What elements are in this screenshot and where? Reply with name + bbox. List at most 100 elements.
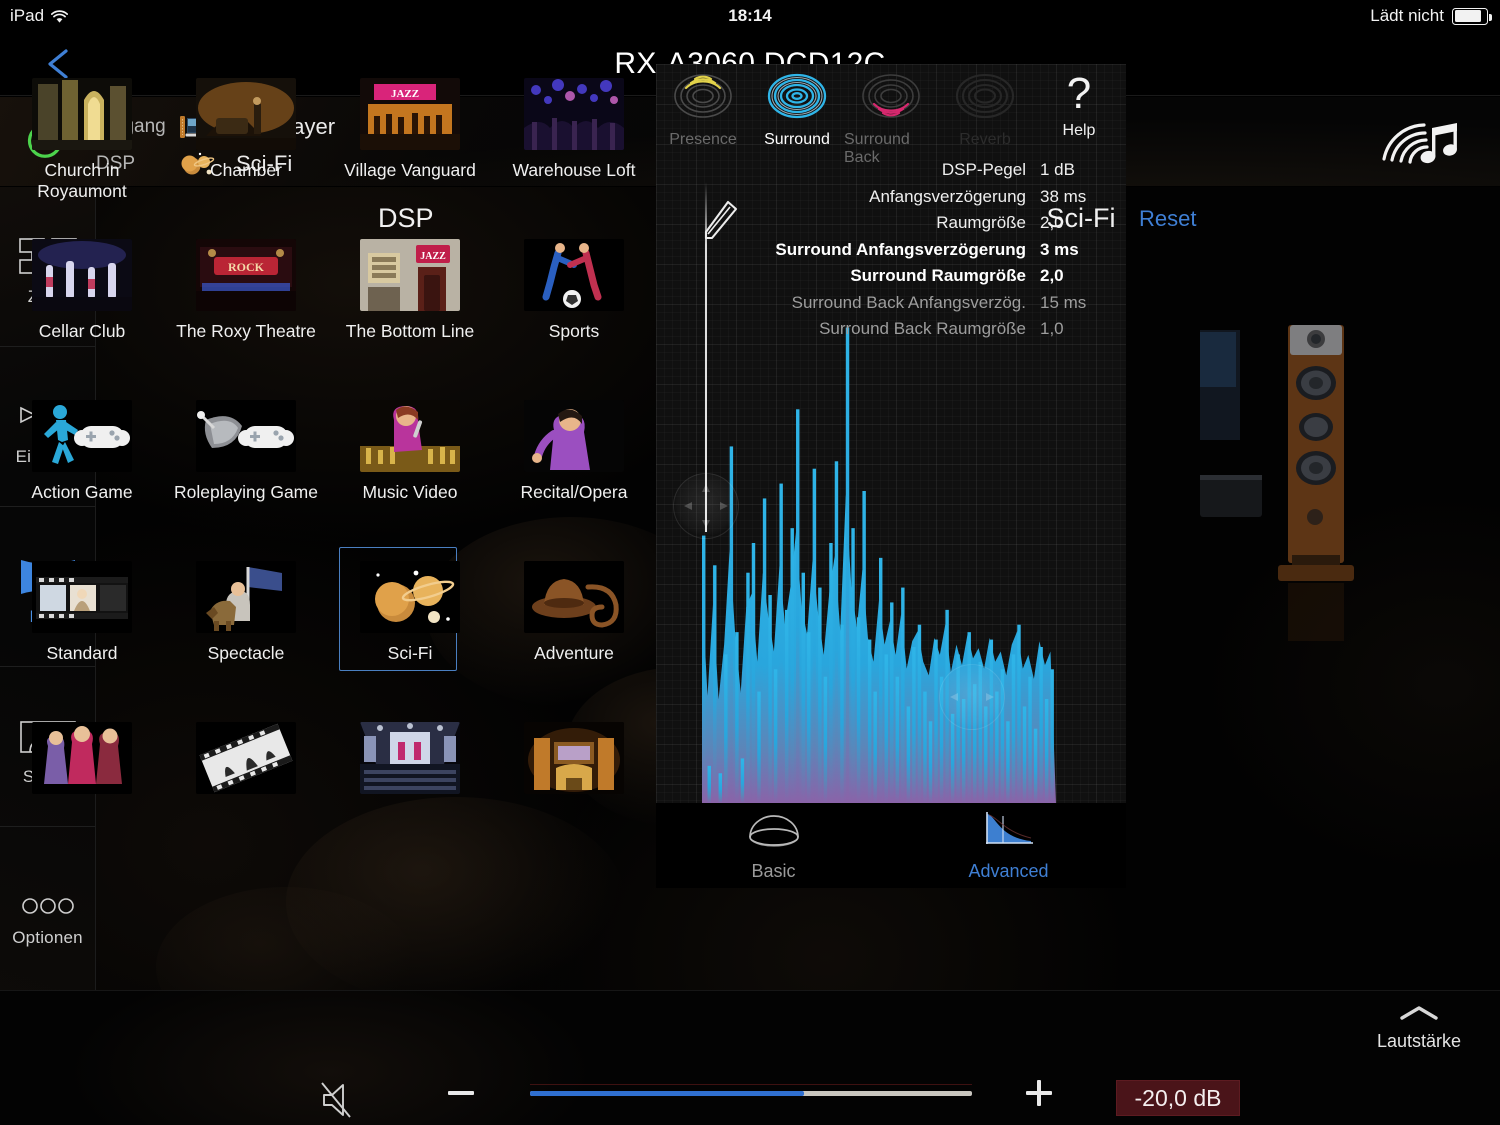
parameter-value: 1 dB bbox=[1040, 160, 1075, 179]
parameter-row[interactable]: Surround Back Anfangsverzög. 15 ms bbox=[775, 293, 1112, 320]
chamber-thumb bbox=[196, 78, 296, 150]
dsp-program-label: Adventure bbox=[534, 643, 614, 663]
tab-label: Basic bbox=[751, 860, 796, 881]
sound-field-selector: Presence Surround Surround Back Reverb ?… bbox=[656, 64, 1126, 167]
volume-down-button[interactable] bbox=[448, 1091, 474, 1095]
tab-dsp-label: DSP bbox=[378, 203, 434, 233]
spectacle-thumb bbox=[196, 561, 296, 633]
parameter-name: Surround Back Raumgröße bbox=[819, 319, 1026, 338]
volume-slider[interactable] bbox=[530, 1084, 972, 1097]
help-button[interactable]: ? Help bbox=[1032, 64, 1126, 149]
dsp-program-cell[interactable]: Roleplaying Game bbox=[164, 386, 328, 547]
sound-field-label: Help bbox=[1062, 122, 1096, 139]
status-bar-clock: 18:14 bbox=[728, 6, 772, 25]
dsp-program-cell[interactable]: Sci-Fi bbox=[328, 547, 492, 708]
volume-bar: Lautstärke bbox=[0, 990, 1500, 1125]
concert-hall-thumb bbox=[360, 722, 460, 794]
adventure-thumb bbox=[524, 561, 624, 633]
dsp-program-label: The Roxy Theatre bbox=[176, 321, 316, 341]
volume-expand-button[interactable]: Lautstärke bbox=[1360, 1003, 1478, 1052]
advanced-parameter-panel: Presence Surround Surround Back Reverb ?… bbox=[656, 64, 1126, 803]
dsp-program-label: Roleplaying Game bbox=[174, 482, 318, 502]
parameter-name: Surround Back Anfangsverzög. bbox=[791, 292, 1026, 312]
theatre-thumb bbox=[524, 722, 624, 794]
parameter-value: 1,0 bbox=[1040, 319, 1064, 338]
dsp-tab-row: DSP Sci-Fi Reset bbox=[96, 187, 1500, 251]
dsp-program-cell[interactable]: Action Game bbox=[0, 386, 164, 547]
dsp-program-cell[interactable]: Music Video bbox=[328, 386, 492, 547]
dsp-program-label: Sports bbox=[548, 321, 600, 341]
volume-readout: -20,0 dB bbox=[1116, 1080, 1240, 1116]
svg-text:JAZZ: JAZZ bbox=[391, 88, 419, 100]
options-icon bbox=[17, 867, 79, 919]
parameter-row[interactable]: Surround Raumgröße 2,0 bbox=[775, 266, 1112, 293]
roleplaying-game-thumb bbox=[196, 400, 296, 472]
tab-label: Advanced bbox=[968, 860, 1049, 881]
dsp-program-label: Chamber bbox=[210, 160, 282, 180]
sound-field-surround-back[interactable]: Surround Back bbox=[844, 64, 938, 166]
reset-button[interactable]: Reset bbox=[1139, 206, 1196, 232]
dsp-program-cell[interactable] bbox=[164, 708, 328, 869]
parameter-value: 2,0 bbox=[1040, 266, 1064, 285]
dsp-program-cell[interactable]: Adventure bbox=[492, 547, 656, 708]
standard-thumb bbox=[32, 561, 132, 633]
sound-field-label: Presence bbox=[669, 131, 737, 148]
dsp-program-label: Spectacle bbox=[207, 643, 285, 663]
dsp-program-cell[interactable] bbox=[0, 708, 164, 869]
action-game-thumb bbox=[32, 400, 132, 472]
status-bar-right: Lädt nicht bbox=[1370, 6, 1492, 26]
drama-thumb bbox=[32, 722, 132, 794]
volume-up-button[interactable] bbox=[1026, 1080, 1052, 1106]
advanced-decay-icon bbox=[979, 810, 1039, 855]
dsp-program-label: Cellar Club bbox=[38, 321, 126, 341]
battery-status-label: Lädt nicht bbox=[1370, 6, 1444, 25]
dsp-program-label: Warehouse Loft bbox=[512, 160, 636, 180]
help-icon: ? bbox=[1066, 69, 1092, 118]
tab-advanced[interactable]: Advanced bbox=[891, 803, 1126, 888]
parameter-row[interactable]: Surround Back Raumgröße 1,0 bbox=[775, 319, 1112, 346]
dsp-program-cell[interactable] bbox=[492, 708, 656, 869]
volume-label: Lautstärke bbox=[1376, 1031, 1462, 1051]
village-vanguard-thumb: JAZZ bbox=[360, 78, 460, 150]
room-size-handle[interactable] bbox=[939, 664, 1005, 730]
parameter-row[interactable]: DSP-Pegel 1 dB bbox=[775, 160, 1112, 187]
dsp-program-grid: Church in Royaumont Chamber JAZZ Village Va… bbox=[0, 64, 656, 803]
parameter-value: 15 ms bbox=[1040, 292, 1087, 312]
initial-delay-handle[interactable] bbox=[673, 473, 739, 539]
surround-back-icon bbox=[860, 70, 922, 127]
sound-field-surround[interactable]: Surround bbox=[750, 64, 844, 149]
dsp-program-label: Village Vanguard bbox=[344, 160, 476, 180]
volume-slider-fill bbox=[530, 1091, 805, 1096]
basic-dome-icon bbox=[744, 810, 804, 855]
mono-movie-thumb bbox=[196, 722, 296, 794]
dsp-program-cell[interactable]: Spectacle bbox=[164, 547, 328, 708]
panel-mode-tabs: Basic Advanced bbox=[656, 803, 1126, 888]
musiccast-icon[interactable] bbox=[1380, 119, 1464, 167]
parameter-name: Surround Raumgröße bbox=[850, 266, 1026, 285]
dsp-program-cell[interactable]: Recital/Opera bbox=[492, 386, 656, 547]
svg-text:ROCK: ROCK bbox=[228, 260, 265, 274]
sound-field-presence[interactable]: Presence bbox=[656, 64, 750, 149]
recital-opera-thumb bbox=[524, 400, 624, 472]
sound-field-reverb[interactable]: Reverb bbox=[938, 64, 1032, 149]
surround-icon bbox=[766, 70, 828, 127]
sci-fi-thumb bbox=[360, 561, 460, 633]
sound-field-label: Reverb bbox=[959, 131, 1011, 148]
warehouse-loft-thumb bbox=[524, 78, 624, 150]
reverb-icon bbox=[954, 70, 1016, 127]
presence-icon bbox=[672, 70, 734, 127]
dsp-program-cell[interactable]: Standard bbox=[0, 547, 164, 708]
tab-basic[interactable]: Basic bbox=[656, 803, 891, 888]
dsp-program-label: Action Game bbox=[31, 482, 133, 502]
chevron-up-icon bbox=[1396, 1006, 1442, 1027]
dsp-program-cell[interactable] bbox=[328, 708, 492, 869]
dsp-program-label: Music Video bbox=[362, 482, 458, 502]
pencil-icon[interactable] bbox=[696, 197, 748, 243]
sound-field-label: Surround bbox=[764, 131, 830, 148]
status-bar: iPad 18:14 Lädt nicht bbox=[0, 0, 1500, 32]
mute-icon[interactable] bbox=[316, 1077, 372, 1123]
battery-icon bbox=[1452, 7, 1492, 25]
svg-text:JAZZ: JAZZ bbox=[420, 251, 446, 262]
sidebar-item-label: Optionen bbox=[12, 927, 83, 947]
dsp-program-label: The Bottom Line bbox=[345, 321, 475, 341]
